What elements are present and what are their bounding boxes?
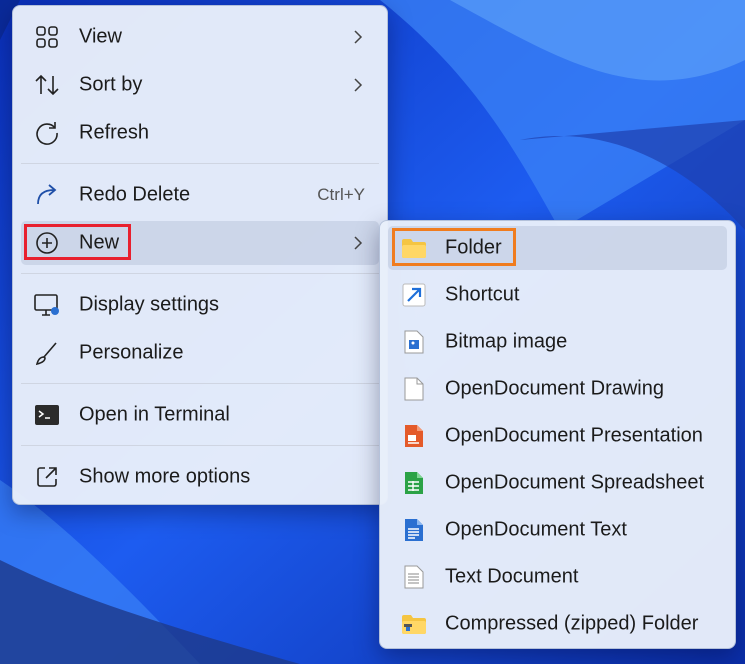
menu-item-label: Open in Terminal xyxy=(79,403,230,426)
redo-icon xyxy=(33,181,61,209)
external-icon xyxy=(33,463,61,491)
sort-icon xyxy=(33,71,61,99)
shortcut-hint: Ctrl+Y xyxy=(317,185,365,204)
menu-item-label: Display settings xyxy=(79,293,220,316)
chevron-right-icon xyxy=(354,78,363,92)
menu-item-label: View xyxy=(79,25,122,48)
menu-item-label: Refresh xyxy=(79,121,150,144)
menu-item-personalize[interactable]: Personalize xyxy=(21,331,379,375)
menu-item-label: Personalize xyxy=(79,341,184,364)
menu-item-show-more-options[interactable]: Show more options xyxy=(21,455,379,499)
menu-item-redo-delete[interactable]: Redo Delete Ctrl+Y xyxy=(21,173,379,217)
chevron-right-icon xyxy=(354,236,363,250)
grid-icon xyxy=(33,23,61,51)
odt-icon xyxy=(400,516,428,544)
submenu-item-label: Shortcut xyxy=(445,283,520,306)
refresh-icon xyxy=(33,119,61,147)
chevron-right-icon xyxy=(354,30,363,44)
submenu-item-opendocument-drawing[interactable]: OpenDocument Drawing xyxy=(388,367,727,411)
submenu-item-text-document[interactable]: Text Document xyxy=(388,555,727,599)
menu-item-label: Sort by xyxy=(79,73,143,96)
menu-item-display-settings[interactable]: Display settings xyxy=(21,283,379,327)
menu-item-label: Show more options xyxy=(79,465,251,488)
drawing-icon xyxy=(400,375,428,403)
zip-folder-icon xyxy=(400,610,428,638)
menu-item-refresh[interactable]: Refresh xyxy=(21,111,379,155)
submenu-item-label: Bitmap image xyxy=(445,330,568,353)
submenu-item-label: Compressed (zipped) Folder xyxy=(445,612,699,635)
menu-separator xyxy=(21,445,379,446)
submenu-item-opendocument-presentation[interactable]: OpenDocument Presentation xyxy=(388,414,727,458)
submenu-item-opendocument-text[interactable]: OpenDocument Text xyxy=(388,508,727,552)
submenu-item-label: OpenDocument Presentation xyxy=(445,424,703,447)
menu-separator xyxy=(21,273,379,274)
menu-item-view[interactable]: View xyxy=(21,15,379,59)
text-document-icon xyxy=(400,563,428,591)
bitmap-icon xyxy=(400,328,428,356)
new-submenu: Folder Shortcut Bitmap image OpenDocumen… xyxy=(379,220,736,649)
terminal-icon xyxy=(33,401,61,429)
brush-icon xyxy=(33,339,61,367)
presentation-icon xyxy=(400,422,428,450)
submenu-item-bitmap-image[interactable]: Bitmap image xyxy=(388,320,727,364)
menu-item-open-in-terminal[interactable]: Open in Terminal xyxy=(21,393,379,437)
menu-item-sort-by[interactable]: Sort by xyxy=(21,63,379,107)
menu-separator xyxy=(21,163,379,164)
submenu-item-label: OpenDocument Spreadsheet xyxy=(445,471,705,494)
annotation-box-new xyxy=(24,224,131,260)
submenu-item-label: Text Document xyxy=(445,565,579,588)
display-icon xyxy=(33,291,61,319)
submenu-item-shortcut[interactable]: Shortcut xyxy=(388,273,727,317)
menu-separator xyxy=(21,383,379,384)
submenu-item-label: OpenDocument Drawing xyxy=(445,377,664,400)
submenu-item-label: OpenDocument Text xyxy=(445,518,627,541)
shortcut-icon xyxy=(400,281,428,309)
submenu-item-opendocument-spreadsheet[interactable]: OpenDocument Spreadsheet xyxy=(388,461,727,505)
spreadsheet-icon xyxy=(400,469,428,497)
submenu-item-compressed-folder[interactable]: Compressed (zipped) Folder xyxy=(388,602,727,646)
annotation-box-folder xyxy=(392,228,516,266)
menu-item-label: Redo Delete xyxy=(79,183,191,206)
